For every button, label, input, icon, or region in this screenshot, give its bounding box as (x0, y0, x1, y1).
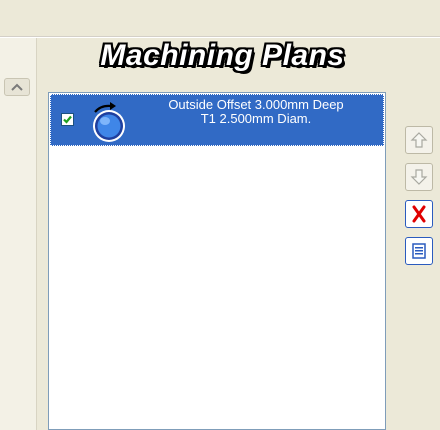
properties-icon (412, 243, 426, 259)
left-scrollbar[interactable] (0, 38, 37, 430)
plan-tool: T1 2.500mm Diam. (200, 111, 312, 126)
properties-button[interactable] (405, 237, 433, 265)
scroll-up-button[interactable] (4, 78, 30, 96)
list-item[interactable]: Outside Offset 3.000mm Deep T1 2.500mm D… (50, 94, 384, 146)
move-down-button[interactable] (405, 163, 433, 191)
panel-title: Machining Plans (100, 39, 345, 72)
top-toolbar-strip (0, 0, 440, 36)
outside-offset-toolpath-icon (93, 102, 125, 142)
machining-plans-list[interactable]: Outside Offset 3.000mm Deep T1 2.500mm D… (48, 92, 386, 430)
chevron-up-icon (11, 83, 23, 91)
delete-x-icon (412, 205, 426, 223)
move-up-button[interactable] (405, 126, 433, 154)
move-down-arrow-icon (410, 169, 428, 185)
checkmark-icon (63, 115, 72, 124)
move-up-arrow-icon (410, 132, 428, 148)
plan-enabled-checkbox[interactable] (61, 113, 74, 126)
plan-description: Outside Offset 3.000mm Deep (168, 97, 344, 112)
delete-button[interactable] (405, 200, 433, 228)
